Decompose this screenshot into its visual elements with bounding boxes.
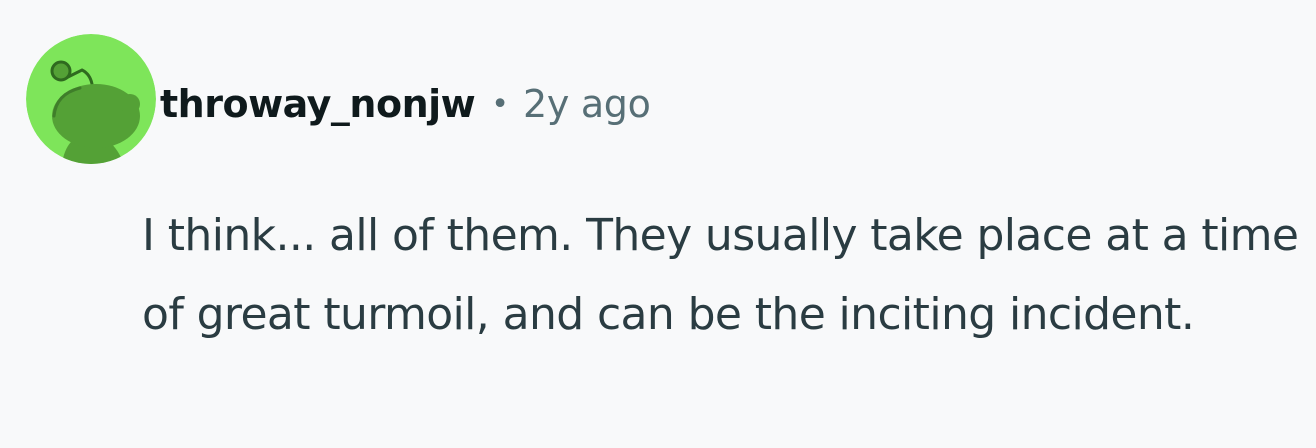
meta-separator: • [491, 86, 509, 122]
comment: throway_nonjw • 2y ago I think... all of… [0, 0, 1316, 448]
comment-header: throway_nonjw • 2y ago [160, 78, 651, 130]
username-link[interactable]: throway_nonjw [160, 82, 476, 126]
comment-body: I think... all of them. They usually tak… [142, 210, 1299, 340]
user-avatar[interactable] [26, 34, 156, 164]
comment-timestamp[interactable]: 2y ago [523, 82, 651, 126]
snoo-avatar-icon [26, 34, 156, 164]
